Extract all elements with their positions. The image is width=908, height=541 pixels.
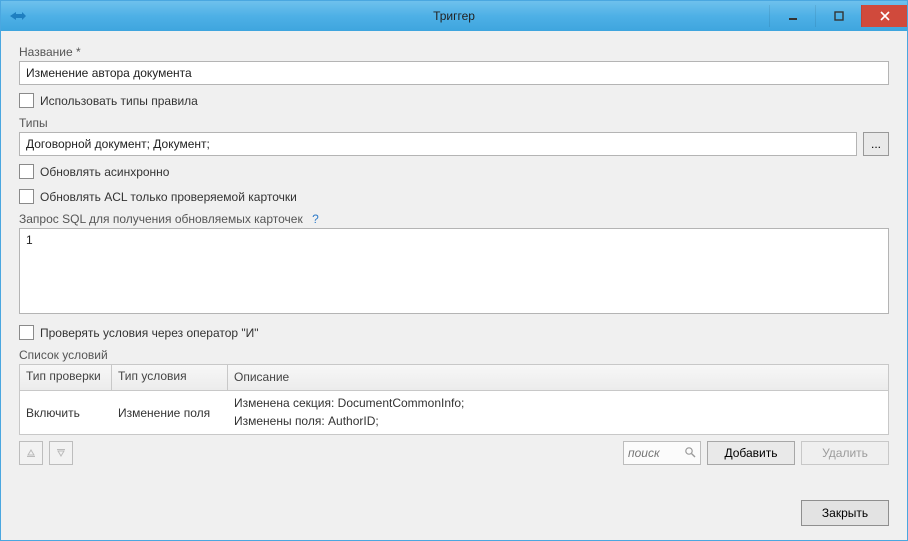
titlebar[interactable]: Триггер: [1, 1, 907, 31]
update-acl-label: Обновлять ACL только проверяемой карточк…: [40, 190, 297, 204]
search-box[interactable]: [623, 441, 701, 465]
move-down-button[interactable]: [49, 441, 73, 465]
content-area: Название * Использовать типы правила Тип…: [1, 31, 907, 492]
use-rule-types-checkbox[interactable]: [19, 93, 34, 108]
window-controls: [769, 5, 907, 27]
check-conditions-and-checkbox[interactable]: [19, 325, 34, 340]
query-field-group: Запрос SQL для получения обновляемых кар…: [19, 212, 889, 317]
header-condition-type[interactable]: Тип условия: [112, 365, 228, 390]
types-input[interactable]: [19, 132, 857, 156]
name-field-group: Название *: [19, 45, 889, 85]
search-input[interactable]: [628, 446, 680, 460]
maximize-button[interactable]: [815, 5, 861, 27]
header-description[interactable]: Описание: [228, 365, 888, 390]
search-icon: [684, 446, 696, 461]
minimize-button[interactable]: [769, 5, 815, 27]
query-label: Запрос SQL для получения обновляемых кар…: [19, 212, 889, 226]
types-field-group: Типы ...: [19, 116, 889, 156]
conditions-table: Тип проверки Тип условия Описание Включи…: [19, 364, 889, 435]
types-browse-button[interactable]: ...: [863, 132, 889, 156]
close-window-button[interactable]: [861, 5, 907, 27]
trigger-window: Триггер Название * Использовать типы пра…: [0, 0, 908, 541]
add-button[interactable]: Добавить: [707, 441, 795, 465]
check-conditions-and-row: Проверять условия через оператор "И": [19, 325, 889, 340]
cell-description: Изменена секция: DocumentCommonInfo; Изм…: [228, 391, 888, 434]
cell-condition-type: Изменение поля: [112, 402, 228, 424]
update-acl-row: Обновлять ACL только проверяемой карточк…: [19, 189, 889, 204]
cell-check-type: Включить: [20, 402, 112, 424]
desc-line-2: Изменены поля: AuthorID;: [234, 413, 882, 430]
close-button[interactable]: Закрыть: [801, 500, 889, 526]
update-acl-checkbox[interactable]: [19, 189, 34, 204]
move-up-button[interactable]: [19, 441, 43, 465]
conditions-group: Список условий Тип проверки Тип условия …: [19, 348, 889, 465]
query-textarea[interactable]: 1: [19, 228, 889, 314]
use-rule-types-label: Использовать типы правила: [40, 94, 198, 108]
update-async-checkbox[interactable]: [19, 164, 34, 179]
required-star: *: [76, 45, 81, 59]
use-rule-types-row: Использовать типы правила: [19, 93, 889, 108]
bottom-bar: Закрыть: [1, 492, 907, 540]
conditions-list-label: Список условий: [19, 348, 889, 362]
delete-button[interactable]: Удалить: [801, 441, 889, 465]
desc-line-1: Изменена секция: DocumentCommonInfo;: [234, 395, 882, 412]
name-input[interactable]: [19, 61, 889, 85]
conditions-toolbar: Добавить Удалить: [19, 441, 889, 465]
header-check-type[interactable]: Тип проверки: [20, 365, 112, 390]
conditions-table-header: Тип проверки Тип условия Описание: [20, 365, 888, 391]
name-label: Название *: [19, 45, 889, 59]
name-label-text: Название: [19, 45, 73, 59]
query-label-text: Запрос SQL для получения обновляемых кар…: [19, 212, 303, 226]
table-row[interactable]: Включить Изменение поля Изменена секция:…: [20, 391, 888, 434]
update-async-label: Обновлять асинхронно: [40, 165, 169, 179]
app-icon: [7, 8, 29, 24]
update-async-row: Обновлять асинхронно: [19, 164, 889, 179]
window-title: Триггер: [433, 9, 475, 23]
check-conditions-and-label: Проверять условия через оператор "И": [40, 326, 259, 340]
query-help-link[interactable]: ?: [312, 212, 319, 226]
types-label: Типы: [19, 116, 889, 130]
